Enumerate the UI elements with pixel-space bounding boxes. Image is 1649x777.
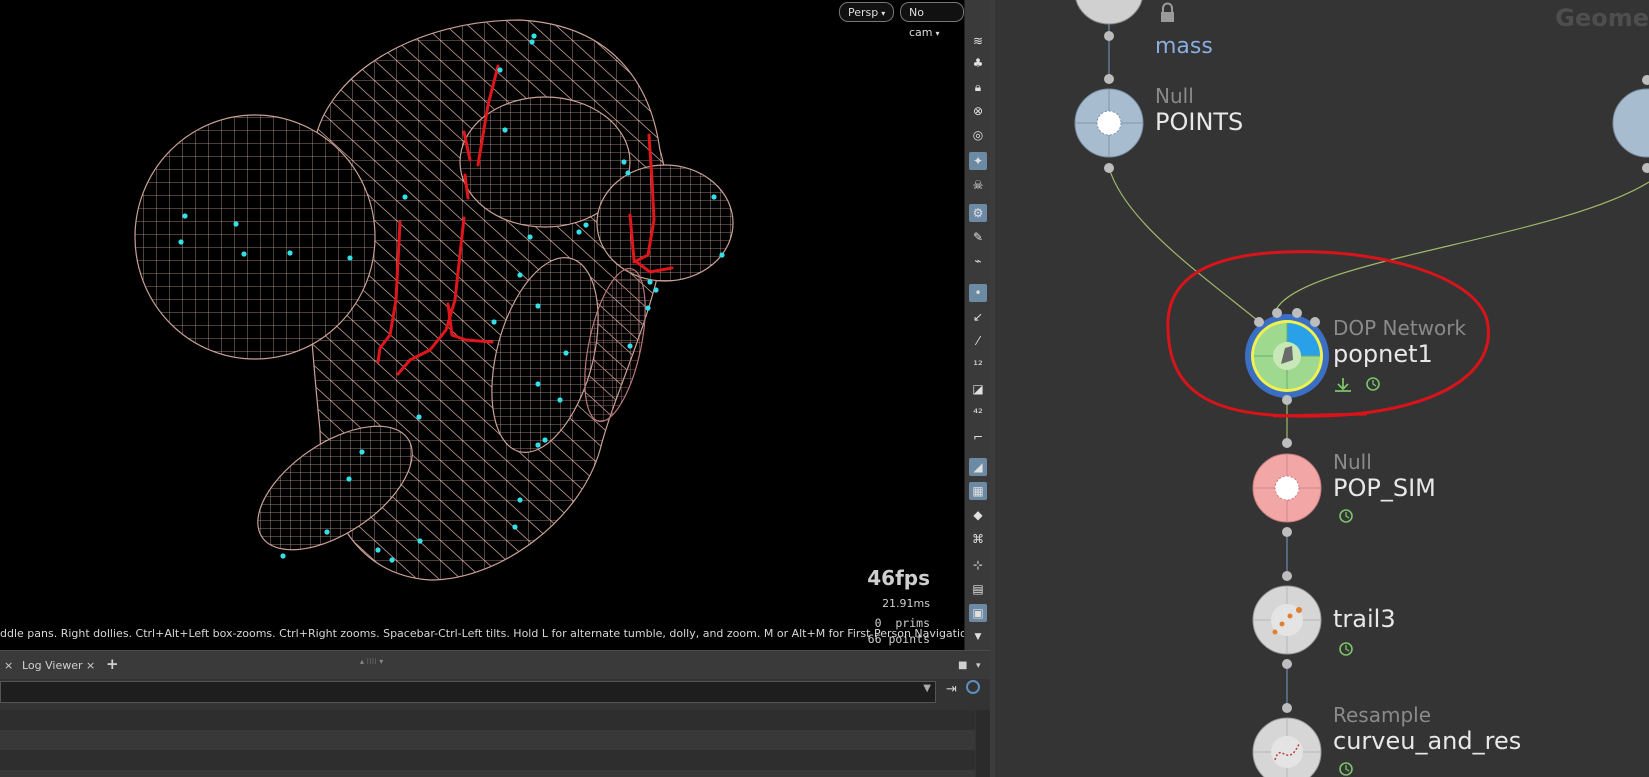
node-trail3 xyxy=(1252,571,1322,669)
top-node xyxy=(1075,0,1143,41)
node-points xyxy=(1074,88,1144,173)
node-resample xyxy=(1252,703,1322,777)
log-filter-field[interactable]: ▼ xyxy=(0,681,936,703)
pick-icon[interactable]: ⁄ xyxy=(969,332,987,350)
navigation-hint: ddle pans. Right dollies. Ctrl+Alt+Left … xyxy=(0,627,964,640)
camera-menu-button[interactable]: No cam ▾ xyxy=(900,2,964,39)
node-pop-sim xyxy=(1252,438,1322,537)
prim-number-icon[interactable]: ⁴² xyxy=(969,404,987,422)
node-type-label: DOP Network xyxy=(1333,316,1467,340)
layers-icon[interactable]: ≋ xyxy=(969,32,987,50)
node-name-points[interactable]: POINTS xyxy=(1155,108,1243,136)
filter-dropdown-icon[interactable]: ▼ xyxy=(923,683,931,694)
lock-icon[interactable]: 🔒︎ xyxy=(969,78,987,96)
light-icon[interactable]: ✦ xyxy=(969,152,987,170)
skull-icon[interactable]: ☠ xyxy=(969,176,987,194)
point-number-icon[interactable]: ¹² xyxy=(969,356,987,374)
download-icon xyxy=(1335,378,1351,392)
viewport-toolbar: ≋ ♣ 🔒︎ ⊗ ◎ ✦ ☠ ⚙ ✎ ⌁ • ↙ ⁄ ¹² ◪ ⁴² ⌐ ◢ ▦… xyxy=(964,0,991,650)
log-tab-close-icon[interactable]: × xyxy=(86,655,95,677)
pane-menu-icon[interactable]: ▾ xyxy=(976,655,981,677)
wire-icon[interactable]: ◢ xyxy=(969,458,987,476)
node-label-mass[interactable]: mass xyxy=(1155,34,1213,59)
node-right-partial xyxy=(1612,75,1649,173)
flash-icon[interactable]: ✎ xyxy=(969,228,987,246)
wireframe-render xyxy=(134,19,734,581)
list-item xyxy=(0,710,975,730)
frame-time-readout: 21.91ms xyxy=(882,597,930,610)
clock-icon xyxy=(1339,642,1353,656)
node-name-popnet1[interactable]: popnet1 xyxy=(1333,340,1433,368)
network-editor[interactable]: Geome mass Null POINTS DOP Network popne… xyxy=(995,0,1649,777)
persp-menu-button[interactable]: Persp ▾ xyxy=(839,2,895,22)
normal-icon[interactable]: ↙ xyxy=(969,308,987,326)
fps-readout: 46fps xyxy=(867,566,930,590)
uv-icon[interactable]: ⌘ xyxy=(969,530,987,548)
list-item xyxy=(0,770,975,777)
scene-viewport[interactable]: Persp ▾ No cam ▾ 46fps 21.91ms 0 prims 66 … xyxy=(0,0,964,650)
ghost-icon[interactable]: ⊗ xyxy=(969,102,987,120)
clock-icon xyxy=(1366,377,1380,391)
visibility-icon[interactable]: ◎ xyxy=(969,126,987,144)
node-type-label: Null xyxy=(1333,450,1372,474)
bottom-pane: × Log Viewer × + ■ ▾ ▴ ⁝⁝⁝⁝ ▾ ▼ ⇥ xyxy=(0,650,990,777)
lock-icon xyxy=(1161,2,1174,22)
list-item xyxy=(0,750,975,770)
tab-close-icon[interactable]: × xyxy=(4,655,13,677)
list-item xyxy=(0,730,975,750)
node-popnet1 xyxy=(1245,308,1329,405)
pane-tab-bar: × Log Viewer × + ■ ▾ ▴ ⁝⁝⁝⁝ ▾ xyxy=(0,650,990,679)
texture-icon[interactable]: ▦ xyxy=(969,482,987,500)
link-icon[interactable] xyxy=(966,680,980,694)
flashlight-icon[interactable]: ⌁ xyxy=(969,252,987,270)
node-type-label: Resample xyxy=(1333,703,1432,727)
measure-icon[interactable]: ⊹ xyxy=(969,556,987,574)
layer-icon[interactable]: ◆ xyxy=(969,506,987,524)
scroll-down-icon[interactable]: ▼ xyxy=(969,628,987,646)
pane-layout-icon[interactable]: ■ xyxy=(958,655,967,677)
shade-icon[interactable]: ◪ xyxy=(969,380,987,398)
grass-icon[interactable]: ♣ xyxy=(969,54,987,72)
snapshot-icon[interactable]: ▣ xyxy=(969,604,987,622)
point-display-icon[interactable]: • xyxy=(969,284,987,302)
network-context-label: Geome xyxy=(1555,4,1649,32)
node-type-label: Null xyxy=(1155,84,1194,108)
axis-icon[interactable]: ⌐ xyxy=(969,428,987,446)
pane-resize-handle[interactable]: ▴ ⁝⁝⁝⁝ ▾ xyxy=(360,651,383,673)
log-scrollbar[interactable] xyxy=(976,710,990,777)
clock-icon xyxy=(1339,762,1353,776)
disk-icon[interactable]: ▤ xyxy=(969,580,987,598)
tab-log-viewer[interactable]: Log Viewer xyxy=(22,655,83,677)
node-name-pop-sim[interactable]: POP_SIM xyxy=(1333,474,1436,502)
pin-icon[interactable]: ⇥ xyxy=(946,682,957,697)
clock-icon xyxy=(1339,509,1353,523)
add-tab-button[interactable]: + xyxy=(106,653,119,675)
node-name-trail3[interactable]: trail3 xyxy=(1333,605,1396,633)
render-icon[interactable]: ⚙ xyxy=(969,204,987,222)
node-name-curveu-and-res[interactable]: curveu_and_res xyxy=(1333,727,1521,755)
network-graph xyxy=(1074,0,1649,777)
